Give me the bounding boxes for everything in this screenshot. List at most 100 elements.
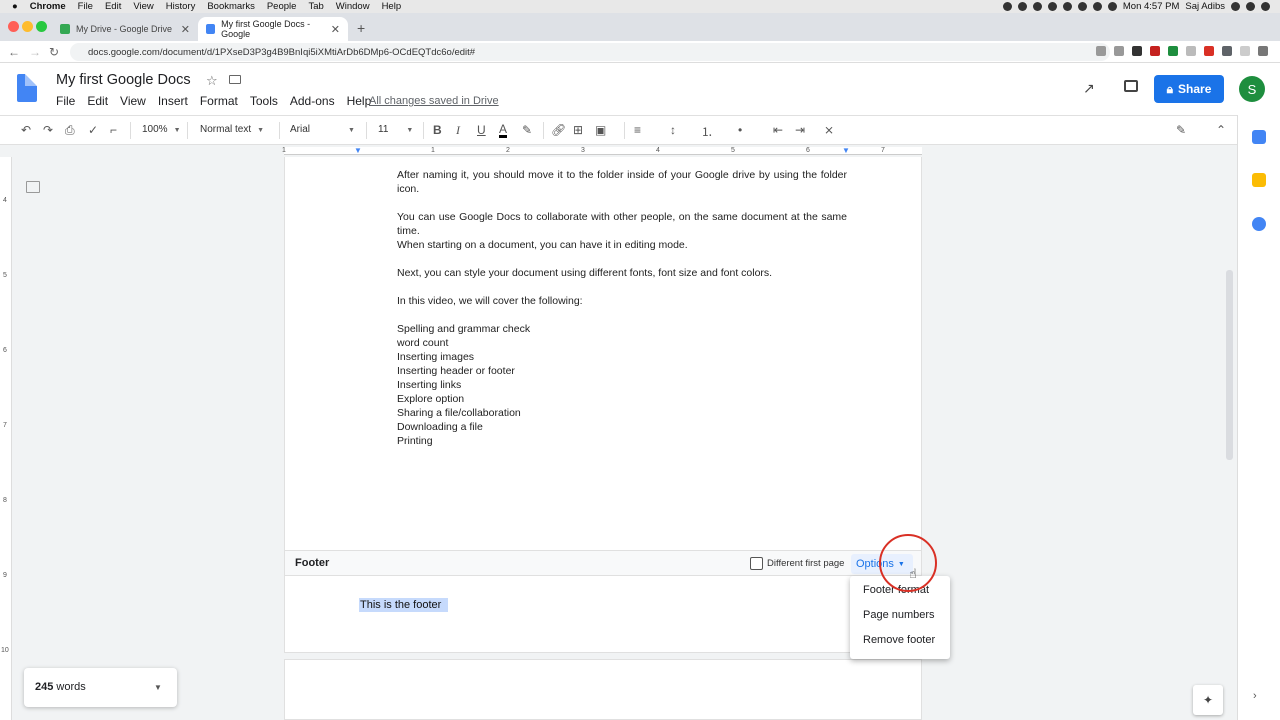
document-page[interactable] [284,659,922,720]
left-indent-marker-icon[interactable]: ▼ [354,146,362,155]
different-first-page-checkbox[interactable] [750,557,763,570]
dropbox-icon[interactable] [1047,2,1057,11]
clock[interactable]: Mon 4:57 PM [1123,1,1180,12]
list-item[interactable]: Spelling and grammar check [397,323,530,335]
explore-button[interactable]: ✦ [1193,685,1223,715]
paint-format-icon[interactable]: ⌐ [110,123,117,137]
status-icon[interactable] [1002,2,1012,11]
status-icon[interactable] [1032,2,1042,11]
menu-item-remove-footer[interactable]: Remove footer [863,634,935,646]
paragraph[interactable]: Next, you can style your document using … [397,266,847,280]
print-icon[interactable]: ⎙ [65,123,75,138]
decrease-indent-icon[interactable]: ⇤ [773,123,783,137]
keep-icon[interactable] [1252,173,1266,187]
mac-menu-people[interactable]: People [267,1,297,12]
paragraph[interactable]: In this video, we will cover the followi… [397,294,847,308]
mac-menu-file[interactable]: File [78,1,93,12]
undo-icon[interactable]: ↶ [21,123,31,137]
chevron-down-icon[interactable]: ▼ [154,683,162,692]
list-item[interactable]: Inserting header or footer [397,365,515,377]
forward-icon[interactable]: → [29,45,41,59]
redo-icon[interactable]: ↷ [43,123,53,137]
menu-addons[interactable]: Add-ons [290,94,335,108]
apple-icon[interactable]: ● [12,1,18,12]
close-window-icon[interactable] [8,21,19,32]
menu-tools[interactable]: Tools [250,94,278,108]
avatar[interactable]: S [1239,76,1265,102]
bookmark-star-icon[interactable] [1114,46,1124,56]
bulleted-list-icon[interactable]: • [738,123,742,137]
menu-help[interactable]: Help [347,94,372,108]
text-color-button[interactable]: A [499,123,508,138]
mac-menu-bookmarks[interactable]: Bookmarks [207,1,255,12]
different-first-page-label[interactable]: Different first page [767,558,844,569]
add-comment-icon[interactable]: ⊞ [573,123,583,137]
extension-icon[interactable] [1186,46,1196,56]
comment-history-icon[interactable] [1124,80,1138,92]
align-left-icon[interactable]: ≡ [634,123,641,137]
docs-logo-icon[interactable] [17,74,37,102]
calendar-icon[interactable] [1252,130,1266,144]
list-item[interactable]: word count [397,337,448,349]
spellcheck-icon[interactable]: ✓ [88,123,98,137]
save-status[interactable]: All changes saved in Drive [369,95,499,107]
url-input[interactable]: docs.google.com/document/d/1PXseD3P3g4B9… [70,43,1110,61]
wifi-icon[interactable] [1077,2,1087,11]
line-spacing-icon[interactable]: ↕ [670,123,676,137]
font-size-select[interactable]: 11 ▼ [378,124,413,135]
mac-menu-help[interactable]: Help [382,1,402,12]
minimize-window-icon[interactable] [22,21,33,32]
increase-indent-icon[interactable]: ⇥ [795,123,805,137]
control-menu-icon[interactable] [1261,2,1270,11]
battery-icon[interactable] [1107,2,1117,11]
move-to-folder-icon[interactable] [229,75,241,84]
back-icon[interactable]: ← [8,45,20,59]
activity-dashboard-icon[interactable]: ↗ [1083,80,1095,97]
paragraph[interactable]: When starting on a document, you can hav… [397,238,847,252]
tab-my-drive[interactable]: My Drive - Google Drive ✕ [52,17,198,41]
status-icon[interactable] [1017,2,1027,11]
clear-formatting-icon[interactable]: ⨯ [824,123,834,137]
list-item[interactable]: Inserting links [397,379,461,391]
user-name[interactable]: Saj Adibs [1185,1,1225,12]
vertical-ruler[interactable]: 4 5 6 7 8 9 10 [0,157,12,720]
menu-view[interactable]: View [120,94,146,108]
tab-google-docs[interactable]: My first Google Docs - Google ✕ [198,17,348,41]
extension-icon[interactable] [1168,46,1178,56]
extension-icon[interactable] [1150,46,1160,56]
extension-icon[interactable] [1240,46,1250,56]
menu-insert[interactable]: Insert [158,94,188,108]
mac-menu-edit[interactable]: Edit [105,1,121,12]
mac-menu-tab[interactable]: Tab [308,1,323,12]
bold-button[interactable]: B [433,123,442,137]
mac-menu-window[interactable]: Window [336,1,370,12]
right-indent-marker-icon[interactable]: ▼ [842,146,850,155]
menu-edit[interactable]: Edit [87,94,108,108]
volume-icon[interactable] [1092,2,1102,11]
search-icon[interactable] [1231,2,1240,11]
insert-image-icon[interactable]: ▣ [595,123,606,137]
share-button[interactable]: 🔒︎ Share [1154,75,1224,103]
paragraph[interactable]: After naming it, you should move it to t… [397,168,847,196]
close-tab-icon[interactable]: ✕ [181,23,190,36]
extension-icon[interactable] [1204,46,1214,56]
vertical-scrollbar[interactable] [1226,270,1233,460]
numbered-list-icon[interactable]: ⒈ [701,123,713,140]
app-name[interactable]: Chrome [30,1,66,12]
underline-button[interactable]: U [477,123,486,137]
list-item[interactable]: Downloading a file [397,421,483,433]
hide-menus-icon[interactable]: ⌃ [1216,123,1226,137]
document-title[interactable]: My first Google Docs [56,72,191,88]
menu-icon[interactable] [1258,46,1268,56]
chevron-right-icon[interactable]: › [1253,690,1257,702]
font-select[interactable]: Arial ▼ [290,124,355,135]
close-tab-icon[interactable]: ✕ [331,23,340,36]
siri-icon[interactable] [1246,2,1255,11]
list-item[interactable]: Sharing a file/collaboration [397,407,521,419]
insert-link-icon[interactable]: 🔗︎ [551,123,566,137]
list-item[interactable]: Printing [397,435,433,447]
tasks-icon[interactable] [1252,217,1266,231]
menu-item-page-numbers[interactable]: Page numbers [863,609,935,621]
extension-icon[interactable] [1132,46,1142,56]
footer-text[interactable]: This is the footer [359,598,449,612]
